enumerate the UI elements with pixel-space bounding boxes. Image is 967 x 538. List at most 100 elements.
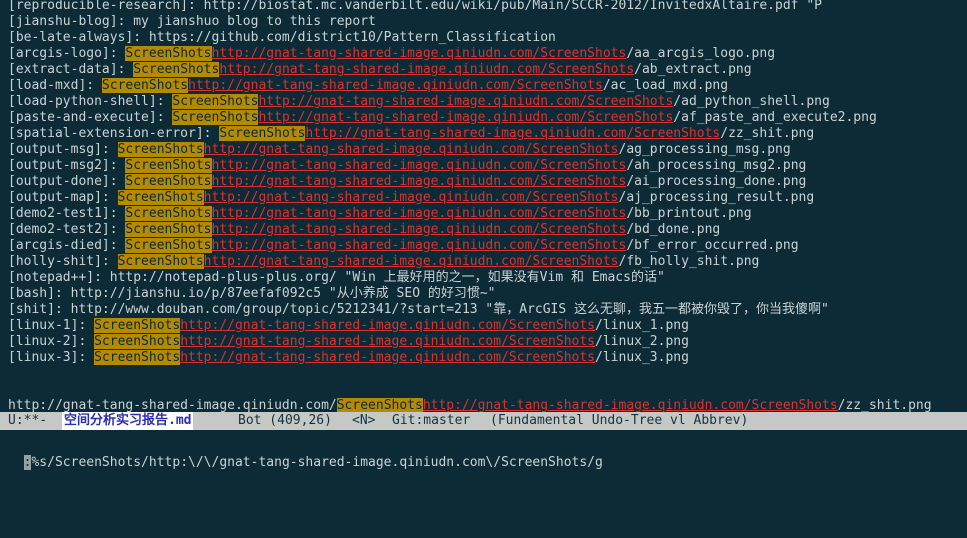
buffer-line[interactable]: [output-msg2]: ScreenShotshttp://gnat-ta… bbox=[8, 158, 806, 174]
link-ref-label: [demo2-test2]: bbox=[8, 222, 126, 237]
replacement-url-preview[interactable]: http://gnat-tang-shared-image.qiniudn.co… bbox=[204, 254, 619, 269]
link-ref-label: [output-map]: bbox=[8, 190, 118, 205]
search-match-highlight: ScreenShots bbox=[172, 94, 259, 109]
cursor-position: Bot (409,26) bbox=[238, 413, 332, 428]
buffer-line[interactable]: [holly-shit]: ScreenShotshttp://gnat-tan… bbox=[8, 254, 759, 270]
link-ref-label: [load-mxd]: bbox=[8, 78, 102, 93]
link-ref-label: [extract-data]: bbox=[8, 62, 134, 77]
buffer-line[interactable]: [notepad++]: http://notepad-plus-plus.or… bbox=[8, 270, 665, 286]
editor-buffer[interactable]: [reproducible-research]: http://biostat.… bbox=[0, 0, 967, 412]
image-filename: /bb_printout.png bbox=[626, 206, 752, 221]
buffer-line[interactable]: [paste-and-execute]: ScreenShotshttp://g… bbox=[8, 110, 877, 126]
image-filename: /bf_error_occurred.png bbox=[626, 238, 799, 253]
buffer-line[interactable]: http://gnat-tang-shared-image.qiniudn.co… bbox=[8, 398, 932, 412]
link-ref-label: [output-done]: bbox=[8, 174, 126, 189]
buffer-line[interactable]: [jianshu-blog]: my jianshuo blog to this… bbox=[8, 14, 376, 30]
line-text: [reproducible-research]: http://biostat.… bbox=[8, 0, 822, 13]
replacement-url-preview[interactable]: http://gnat-tang-shared-image.qiniudn.co… bbox=[258, 94, 673, 109]
replacement-url-preview[interactable]: http://gnat-tang-shared-image.qiniudn.co… bbox=[188, 78, 603, 93]
line-text: [bash]: http://jianshu.io/p/87eefaf092c5… bbox=[8, 286, 496, 301]
buffer-filename: 空间分析实习报告.md bbox=[62, 412, 194, 430]
link-ref-label: [arcgis-logo]: bbox=[8, 46, 126, 61]
link-ref-label: [holly-shit]: bbox=[8, 254, 118, 269]
line-text: [shit]: http://www.douban.com/group/topi… bbox=[8, 302, 829, 317]
replacement-url-preview[interactable]: http://gnat-tang-shared-image.qiniudn.co… bbox=[212, 206, 627, 221]
link-ref-label: [output-msg2]: bbox=[8, 158, 126, 173]
search-match-highlight: ScreenShots bbox=[125, 46, 212, 61]
replacement-url-preview[interactable]: http://gnat-tang-shared-image.qiniudn.co… bbox=[180, 334, 595, 349]
search-match-highlight: ScreenShots bbox=[117, 190, 204, 205]
buffer-line[interactable]: [reproducible-research]: http://biostat.… bbox=[8, 0, 822, 14]
buffer-line[interactable]: [load-python-shell]: ScreenShotshttp://g… bbox=[8, 94, 830, 110]
image-filename: /af_paste_and_execute2.png bbox=[673, 110, 877, 125]
search-match-highlight: ScreenShots bbox=[125, 158, 212, 173]
image-filename: /linux_1.png bbox=[595, 318, 689, 333]
buffer-line[interactable]: [output-msg]: ScreenShotshttp://gnat-tan… bbox=[8, 142, 791, 158]
search-match-highlight: ScreenShots bbox=[125, 206, 212, 221]
image-filename: /ai_processing_done.png bbox=[626, 174, 807, 189]
image-filename: /bd_done.png bbox=[626, 222, 721, 237]
image-filename: /fb_holly_shit.png bbox=[618, 254, 760, 269]
replacement-url-preview[interactable]: http://gnat-tang-shared-image.qiniudn.co… bbox=[212, 174, 627, 189]
replacement-url-preview[interactable]: http://gnat-tang-shared-image.qiniudn.co… bbox=[212, 222, 627, 237]
search-match-highlight: ScreenShots bbox=[219, 126, 306, 141]
image-filename: /aa_arcgis_logo.png bbox=[626, 46, 776, 61]
image-filename: /ah_processing_msg2.png bbox=[626, 158, 807, 173]
image-filename: /ab_extract.png bbox=[634, 62, 752, 77]
buffer-line[interactable]: [bash]: http://jianshu.io/p/87eefaf092c5… bbox=[8, 286, 496, 302]
search-match-highlight: ScreenShots bbox=[94, 318, 181, 333]
search-match-highlight: ScreenShots bbox=[125, 222, 212, 237]
buffer-line[interactable]: [load-mxd]: ScreenShotshttp://gnat-tang-… bbox=[8, 78, 728, 94]
buffer-line[interactable]: [output-map]: ScreenShotshttp://gnat-tan… bbox=[8, 190, 814, 206]
buffer-line[interactable]: [linux-1]: ScreenShotshttp://gnat-tang-s… bbox=[8, 318, 689, 334]
search-match-highlight: ScreenShots bbox=[101, 78, 189, 93]
search-match-highlight: ScreenShots bbox=[117, 142, 204, 157]
buffer-line[interactable]: [shit]: http://www.douban.com/group/topi… bbox=[8, 302, 829, 318]
buffer-line[interactable]: [be-late-always]: https://github.com/dis… bbox=[8, 30, 556, 46]
image-filename: /zz_shit.png bbox=[720, 126, 815, 141]
replacement-url-preview[interactable]: http://gnat-tang-shared-image.qiniudn.co… bbox=[212, 158, 627, 173]
minibuffer-command[interactable]: %s/ScreenShots/http:\/\/gnat-tang-shared… bbox=[31, 455, 602, 470]
buffer-line[interactable]: [demo2-test2]: ScreenShotshttp://gnat-ta… bbox=[8, 222, 720, 238]
buffer-line[interactable]: [linux-2]: ScreenShotshttp://gnat-tang-s… bbox=[8, 334, 689, 350]
line-text: [be-late-always]: https://github.com/dis… bbox=[8, 30, 556, 45]
evil-state: <N> bbox=[352, 413, 376, 428]
buffer-line[interactable]: [output-done]: ScreenShotshttp://gnat-ta… bbox=[8, 174, 806, 190]
search-match-highlight: ScreenShots bbox=[117, 254, 204, 269]
buffer-status: U:**- bbox=[8, 413, 48, 428]
replacement-url-preview[interactable]: http://gnat-tang-shared-image.qiniudn.co… bbox=[204, 142, 619, 157]
link-ref-label: [linux-2]: bbox=[8, 334, 95, 349]
search-match-highlight: ScreenShots bbox=[133, 62, 220, 77]
replacement-url-preview[interactable]: http://gnat-tang-shared-image.qiniudn.co… bbox=[423, 398, 838, 412]
link-ref-label: [spatial-extension-error]: bbox=[8, 126, 220, 141]
replacement-url-preview[interactable]: http://gnat-tang-shared-image.qiniudn.co… bbox=[219, 62, 634, 77]
buffer-line[interactable]: [arcgis-died]: ScreenShotshttp://gnat-ta… bbox=[8, 238, 799, 254]
replacement-url-preview[interactable]: http://gnat-tang-shared-image.qiniudn.co… bbox=[180, 350, 595, 365]
replacement-url-preview[interactable]: http://gnat-tang-shared-image.qiniudn.co… bbox=[212, 46, 627, 61]
replacement-url-preview[interactable]: http://gnat-tang-shared-image.qiniudn.co… bbox=[180, 318, 595, 333]
link-ref-label: [paste-and-execute]: bbox=[8, 110, 173, 125]
replacement-url-preview[interactable]: http://gnat-tang-shared-image.qiniudn.co… bbox=[305, 126, 720, 141]
image-filename: /ad_python_shell.png bbox=[673, 94, 830, 109]
buffer-line[interactable]: [arcgis-logo]: ScreenShotshttp://gnat-ta… bbox=[8, 46, 775, 62]
search-match-highlight: ScreenShots bbox=[125, 238, 212, 253]
minibuffer[interactable]: :%s/ScreenShots/http:\/\/gnat-tang-share… bbox=[0, 430, 967, 470]
link-ref-label: [linux-3]: bbox=[8, 350, 95, 365]
link-ref-label: [linux-1]: bbox=[8, 318, 95, 333]
link-ref-label: [demo2-test1]: bbox=[8, 206, 126, 221]
search-match-highlight: ScreenShots bbox=[125, 174, 212, 189]
link-ref-label: [arcgis-died]: bbox=[8, 238, 126, 253]
replacement-url-preview[interactable]: http://gnat-tang-shared-image.qiniudn.co… bbox=[212, 238, 627, 253]
search-match-highlight: ScreenShots bbox=[336, 398, 423, 412]
buffer-line[interactable]: [demo2-test1]: ScreenShotshttp://gnat-ta… bbox=[8, 206, 752, 222]
replacement-url-preview[interactable]: http://gnat-tang-shared-image.qiniudn.co… bbox=[204, 190, 619, 205]
replacement-url-preview[interactable]: http://gnat-tang-shared-image.qiniudn.co… bbox=[258, 110, 673, 125]
buffer-line[interactable]: [extract-data]: ScreenShotshttp://gnat-t… bbox=[8, 62, 752, 78]
search-match-highlight: ScreenShots bbox=[94, 350, 181, 365]
buffer-line[interactable]: [linux-3]: ScreenShotshttp://gnat-tang-s… bbox=[8, 350, 689, 366]
line-text: [notepad++]: http://notepad-plus-plus.or… bbox=[8, 270, 665, 285]
search-match-highlight: ScreenShots bbox=[94, 334, 181, 349]
image-filename: /ag_processing_msg.png bbox=[618, 142, 791, 157]
buffer-line[interactable]: [spatial-extension-error]: ScreenShotsht… bbox=[8, 126, 814, 142]
link-ref-label: http://gnat-tang-shared-image.qiniudn.co… bbox=[8, 398, 337, 412]
